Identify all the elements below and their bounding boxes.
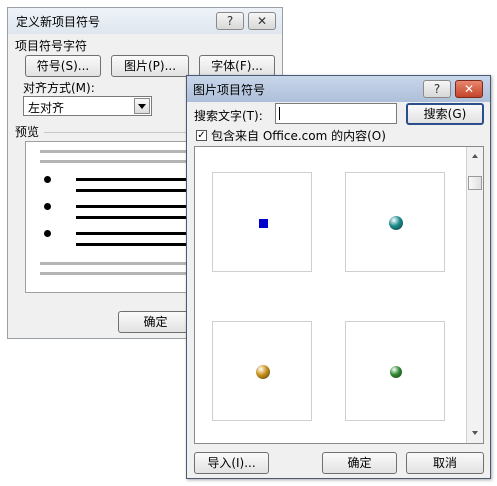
symbol-button[interactable]: 符号(S)... <box>25 55 101 77</box>
search-text-label: 搜索文字(T): <box>194 109 263 123</box>
title-bar[interactable]: 定义新项目符号 ? ✕ <box>8 8 282 34</box>
chevron-down-icon[interactable] <box>134 98 150 114</box>
dialog-title: 定义新项目符号 <box>16 15 101 29</box>
search-button[interactable]: 搜索(G) <box>406 103 484 125</box>
bullet-character-group-label: 项目符号字符 <box>15 39 88 53</box>
blue-square-bullet <box>259 219 268 228</box>
picture-bullet-dialog: 图片项目符号 ? ✕ 搜索文字(T): 搜索(G) ✓ 包含来自 Office.… <box>186 75 491 479</box>
teal-sphere-bullet <box>389 216 403 230</box>
preview-bullet <box>44 176 51 183</box>
preview-bullet <box>44 203 51 210</box>
search-input[interactable] <box>275 103 397 124</box>
import-button[interactable]: 导入(I)... <box>194 452 269 474</box>
alignment-label: 对齐方式(M): <box>23 81 95 95</box>
preview-bullet <box>44 230 51 237</box>
alignment-select[interactable]: 左对齐 <box>23 96 152 116</box>
close-button[interactable]: ✕ <box>455 80 483 98</box>
cancel-button[interactable]: 取消 <box>406 452 484 474</box>
bullet-tile[interactable] <box>345 172 445 272</box>
bullet-tile[interactable] <box>212 172 312 272</box>
ok-button[interactable]: 确定 <box>118 311 193 333</box>
close-button[interactable]: ✕ <box>248 12 276 30</box>
scroll-thumb[interactable] <box>468 176 482 190</box>
title-bar[interactable]: 图片项目符号 ? ✕ <box>187 76 490 102</box>
help-button[interactable]: ? <box>423 80 451 98</box>
bullet-picture-list[interactable] <box>194 146 484 444</box>
text-cursor <box>279 107 280 120</box>
bullet-tile[interactable] <box>212 321 312 421</box>
scroll-down-arrow[interactable] <box>467 425 483 441</box>
ok-button[interactable]: 确定 <box>322 452 397 474</box>
font-button[interactable]: 字体(F)... <box>199 55 275 77</box>
gold-sphere-bullet <box>256 365 270 379</box>
vertical-scrollbar[interactable] <box>466 147 483 443</box>
chevron-down-icon <box>472 431 478 435</box>
include-office-checkbox[interactable]: ✓ <box>196 130 207 141</box>
scroll-up-arrow[interactable] <box>467 149 483 165</box>
green-sphere-bullet <box>390 366 402 378</box>
preview-label: 预览 <box>15 125 40 139</box>
chevron-up-icon <box>472 154 478 158</box>
include-office-label[interactable]: 包含来自 Office.com 的内容(O) <box>211 127 386 144</box>
alignment-value: 左对齐 <box>28 101 65 115</box>
help-button[interactable]: ? <box>216 12 244 30</box>
dialog-title: 图片项目符号 <box>193 83 266 97</box>
bullet-tile[interactable] <box>345 321 445 421</box>
picture-button[interactable]: 图片(P)... <box>111 55 189 77</box>
